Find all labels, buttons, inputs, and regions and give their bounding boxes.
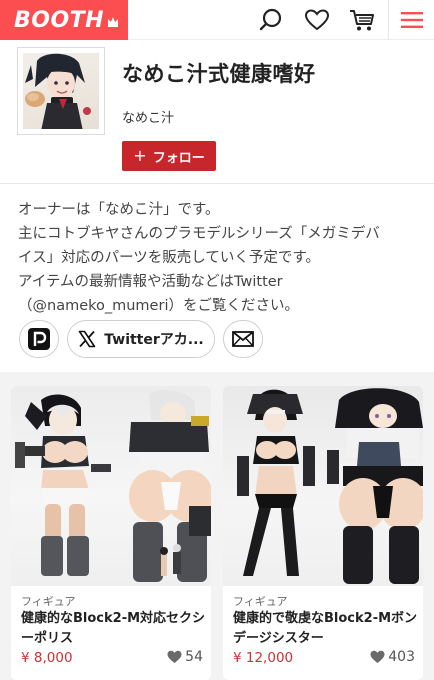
top-header: BOOTH	[0, 0, 434, 40]
logo-mark-icon	[108, 17, 119, 27]
item-card[interactable]: フィギュア 健康的なBlock2-M対応セクシーポリス ¥ 8,000 54	[11, 386, 211, 680]
description-line: オーナーは「なめこ汁」です。	[18, 202, 220, 218]
item-title[interactable]: 健康的で敬虔なBlock2-Mボンデージシスター	[233, 609, 418, 649]
like-count: 403	[388, 649, 415, 665]
heart-icon	[370, 650, 385, 663]
description-line: （@nameko_mumeri）をご覧ください。	[18, 298, 299, 314]
description-line: 主にコトブキヤさんのプラモデルシリーズ「メガミデバ	[18, 226, 380, 242]
item-likes[interactable]: 54	[167, 649, 203, 665]
item-price: ¥ 12,000	[233, 650, 294, 666]
x-logo-icon	[78, 330, 96, 348]
mail-icon	[232, 331, 254, 347]
cart-icon[interactable]	[347, 6, 377, 34]
follow-label: フォロー	[152, 150, 205, 166]
heart-icon	[167, 650, 182, 663]
menu-icon	[400, 12, 423, 28]
booth-logo[interactable]: BOOTH	[0, 0, 128, 40]
plus-icon: +	[133, 146, 147, 165]
item-title[interactable]: 健康的なBlock2-M対応セクシーポリス	[21, 609, 206, 649]
item-category: フィギュア	[21, 595, 76, 608]
avatar-image	[23, 53, 99, 129]
item-card[interactable]: フィギュア 健康的で敬虔なBlock2-Mボンデージシスター ¥ 12,000 …	[223, 386, 423, 680]
shop-avatar[interactable]	[17, 47, 105, 135]
heart-icon[interactable]	[302, 6, 332, 34]
item-thumbnail[interactable]	[11, 386, 211, 586]
shop-title: なめこ汁式健康嗜好	[122, 62, 316, 86]
menu-button[interactable]	[388, 0, 434, 40]
item-category: フィギュア	[233, 595, 288, 608]
like-count: 54	[185, 649, 203, 665]
twitter-link-button[interactable]: Twitterアカ...	[67, 320, 215, 358]
mail-link-button[interactable]	[223, 320, 263, 358]
search-icon[interactable]	[256, 6, 286, 34]
item-price: ¥ 8,000	[21, 650, 73, 666]
item-likes[interactable]: 403	[370, 649, 415, 665]
twitter-link-label: Twitterアカ...	[104, 332, 204, 348]
description-line: イス」対応のパーツを販売していく予定です。	[18, 250, 320, 266]
pixiv-icon	[28, 328, 50, 350]
shop-description: オーナーは「なめこ汁」です。 主にコトブキヤさんのプラモデルシリーズ「メガミデバ…	[18, 198, 418, 318]
follow-button[interactable]: + フォロー	[122, 141, 216, 171]
owner-name[interactable]: なめこ汁	[122, 107, 174, 126]
divider	[0, 183, 434, 184]
pixiv-link-button[interactable]	[19, 320, 59, 358]
logo-text: BOOTH	[14, 7, 105, 33]
description-line: アイテムの最新情報や活動などはTwitter	[18, 274, 283, 290]
item-thumbnail[interactable]	[223, 386, 423, 586]
